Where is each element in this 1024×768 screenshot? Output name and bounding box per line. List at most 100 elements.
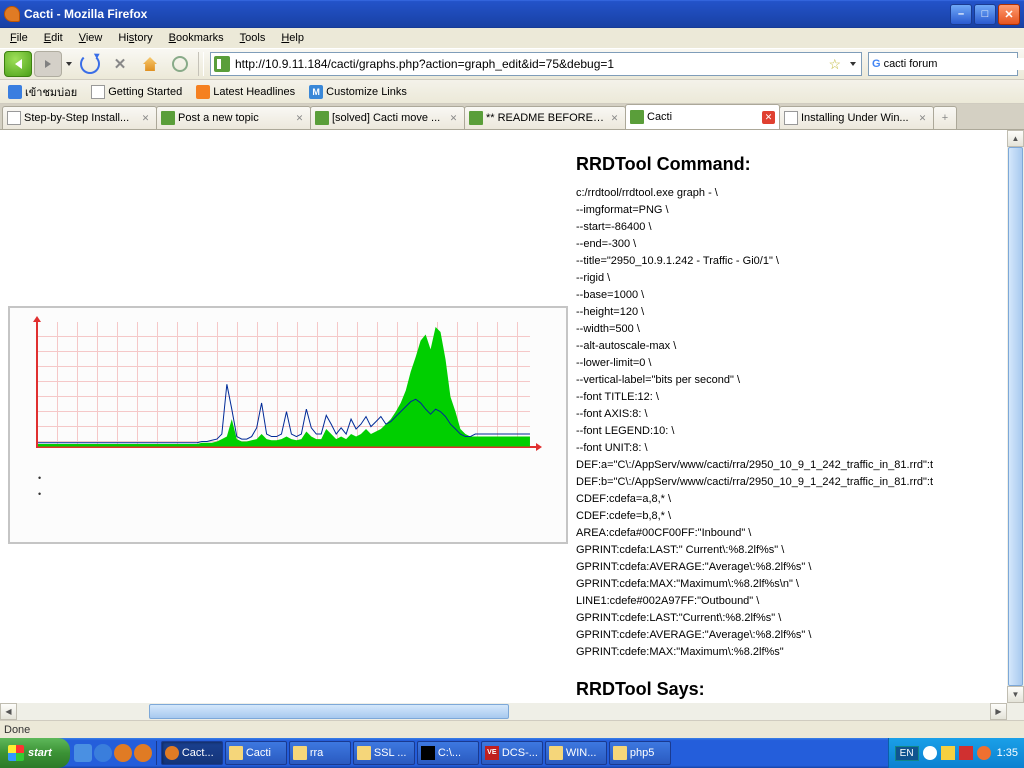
bookmark-customize-links[interactable]: MCustomize Links [305,83,411,101]
scroll-track[interactable] [17,703,990,720]
cmd-icon [421,746,435,760]
close-tab-icon[interactable]: ✕ [447,112,460,125]
menu-file[interactable]: File [4,30,34,46]
cacti-icon [630,110,644,124]
graph-panel: •• [8,136,568,697]
task-button[interactable]: C:\... [417,741,479,765]
tray-icon[interactable] [923,746,937,760]
system-tray: EN 1:35 [888,738,1024,768]
url-bar[interactable]: ☆ [210,52,862,76]
menu-tools[interactable]: Tools [234,30,272,46]
window-titlebar: Cacti - Mozilla Firefox – □ ✕ [0,0,1024,28]
task-button[interactable]: Cact... [161,741,223,765]
firefox-icon[interactable] [134,744,152,762]
fld-icon [549,746,563,760]
browser-viewport: •• RRDTool Command: c:/rrdtool/rrdtool.e… [0,130,1024,720]
new-tab-button[interactable]: + [933,106,957,129]
stop-button[interactable]: ✕ [110,54,130,74]
scroll-right-button[interactable]: ▶ [990,703,1007,720]
tab-solved[interactable]: [solved] Cacti move ...✕ [310,106,465,129]
bookmark-latest-headlines[interactable]: Latest Headlines [192,83,299,101]
url-dropdown[interactable] [845,62,861,66]
ff-icon [165,746,179,760]
downloads-button[interactable] [170,54,190,74]
tray-icon[interactable] [959,746,973,760]
task-button[interactable]: WIN... [545,741,607,765]
status-bar: Done [0,720,1024,738]
close-tab-icon[interactable]: ✕ [916,112,929,125]
page-icon [784,111,798,125]
url-input[interactable] [233,54,824,74]
tab-cacti[interactable]: Cacti✕ [625,104,780,129]
show-desktop-icon[interactable] [74,744,92,762]
close-tab-icon[interactable]: ✕ [293,112,306,125]
status-text: Done [4,724,30,736]
rrd-command-text: c:/rrdtool/rrdtool.exe graph - \--imgfor… [576,185,999,661]
start-button[interactable]: start [0,738,70,768]
tab-readme[interactable]: ** README BEFORE ...✕ [464,106,626,129]
back-button[interactable] [4,51,32,77]
rrd-command-heading: RRDTool Command: [576,154,999,175]
tab-install[interactable]: Step-by-Step Install...✕ [2,106,157,129]
tray-icon[interactable] [977,746,991,760]
windows-taskbar: start Cact...CactirraSSL ...C:\...VEDCS-… [0,738,1024,768]
task-button[interactable]: SSL ... [353,741,415,765]
bookmark-star-icon[interactable]: ☆ [824,56,845,73]
tab-installing-win[interactable]: Installing Under Win...✕ [779,106,934,129]
clock[interactable]: 1:35 [997,747,1018,759]
cacti-icon [315,111,329,125]
bookmarks-toolbar: เข้าชมบ่อย Getting Started Latest Headli… [0,80,1024,104]
search-bar[interactable]: G 🔍 [868,52,1018,76]
chart-plot [38,322,530,447]
minimize-button[interactable]: – [950,4,972,25]
scroll-up-button[interactable]: ▲ [1007,130,1024,147]
task-button[interactable]: VEDCS-... [481,741,543,765]
menu-help[interactable]: Help [275,30,310,46]
forward-button[interactable] [34,51,62,77]
scroll-thumb[interactable] [149,704,509,719]
page-icon [7,111,21,125]
page-icon [91,85,105,99]
task-button[interactable]: Cacti [225,741,287,765]
tab-bar: Step-by-Step Install...✕ Post a new topi… [0,104,1024,130]
scroll-track[interactable] [1007,147,1024,686]
task-buttons: Cact...CactirraSSL ...C:\...VEDCS-...WIN… [157,741,888,765]
search-input[interactable] [884,58,1024,70]
scroll-down-button[interactable]: ▼ [1007,686,1024,703]
firefox-icon[interactable] [114,744,132,762]
close-tab-icon[interactable]: ✕ [608,112,621,125]
menu-bookmarks[interactable]: Bookmarks [163,30,230,46]
bookmark-most-visited[interactable]: เข้าชมบ่อย [4,81,81,103]
cacti-icon [469,111,483,125]
google-icon: G [872,56,881,72]
menu-view[interactable]: View [73,30,109,46]
reload-button[interactable] [80,54,100,74]
task-button[interactable]: php5 [609,741,671,765]
graph-frame: •• [8,306,568,544]
tray-icon[interactable] [941,746,955,760]
cacti-icon [161,111,175,125]
menu-history[interactable]: History [112,30,158,46]
close-tab-icon[interactable]: ✕ [762,111,775,124]
menu-edit[interactable]: Edit [38,30,69,46]
task-button[interactable]: rra [289,741,351,765]
windows-flag-icon [8,745,24,761]
vertical-scrollbar[interactable]: ▲ ▼ [1007,130,1024,703]
close-tab-icon[interactable]: ✕ [139,112,152,125]
close-button[interactable]: ✕ [998,4,1020,25]
menu-bar: File Edit View History Bookmarks Tools H… [0,28,1024,48]
ie-icon[interactable] [94,744,112,762]
horizontal-scrollbar[interactable]: ◀ ▶ [0,703,1007,720]
cacti-favicon-icon [214,56,230,72]
bookmark-getting-started[interactable]: Getting Started [87,83,186,101]
maximize-button[interactable]: □ [974,4,996,25]
language-indicator[interactable]: EN [895,746,919,761]
rrd-says-heading: RRDTool Says: [576,679,999,700]
scroll-left-button[interactable]: ◀ [0,703,17,720]
history-dropdown[interactable] [64,51,74,77]
home-button[interactable] [140,54,160,74]
scroll-thumb[interactable] [1008,147,1023,686]
tab-post-topic[interactable]: Post a new topic✕ [156,106,311,129]
fld-icon [613,746,627,760]
separator [198,52,204,76]
